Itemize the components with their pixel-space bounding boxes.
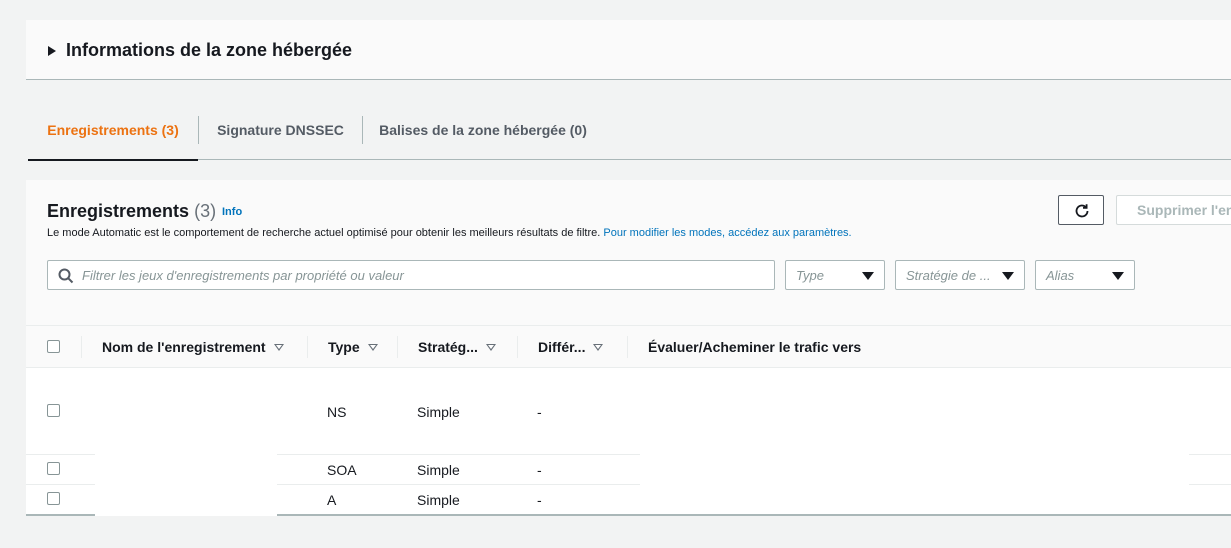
record-differentiator: -: [537, 404, 542, 420]
hosted-zone-info-panel[interactable]: Informations de la zone hébergée: [26, 20, 1231, 80]
redaction-mask: [95, 452, 277, 516]
column-label: Nom de l'enregistrement: [102, 339, 266, 355]
hosted-zone-info-title[interactable]: Informations de la zone hébergée: [66, 40, 352, 61]
column-divider: [397, 336, 398, 358]
records-title-text: Enregistrements: [47, 201, 190, 221]
caret-down-icon: [1002, 272, 1014, 280]
record-strategy: Simple: [417, 404, 460, 420]
column-divider: [627, 336, 628, 358]
column-header-strategy[interactable]: Stratég...: [418, 339, 496, 355]
search-mode-description: Le mode Automatic est le comportement de…: [47, 227, 852, 239]
info-link[interactable]: Info: [222, 206, 242, 218]
tab-dnssec[interactable]: Signature DNSSEC: [199, 100, 362, 159]
record-differentiator: -: [537, 462, 542, 478]
record-type: A: [327, 492, 337, 508]
column-header-type[interactable]: Type: [328, 339, 378, 355]
strategy-filter-label: Stratégie de ...: [906, 268, 991, 283]
tab-records[interactable]: Enregistrements (3): [28, 100, 198, 161]
strategy-filter-select[interactable]: Stratégie de ...: [895, 260, 1025, 290]
table-row[interactable]: NS Simple -: [26, 368, 1231, 454]
delete-record-button[interactable]: Supprimer l'enregistrement: [1116, 195, 1231, 225]
record-strategy: Simple: [417, 492, 460, 508]
caret-right-icon[interactable]: [48, 46, 56, 56]
column-header-route-traffic[interactable]: Évaluer/Acheminer le trafic vers: [648, 339, 861, 355]
row-checkbox[interactable]: [47, 492, 60, 505]
type-filter-select[interactable]: Type: [785, 260, 885, 290]
records-container: Enregistrements (3) Info Le mode Automat…: [26, 180, 1231, 516]
column-label: Différ...: [538, 339, 586, 355]
column-label: Stratég...: [418, 339, 478, 355]
column-header-name[interactable]: Nom de l'enregistrement: [102, 339, 284, 355]
sort-icon[interactable]: [367, 344, 378, 351]
records-count: (3): [194, 201, 217, 221]
alias-filter-label: Alias: [1046, 268, 1075, 283]
records-header: Enregistrements (3) Info Le mode Automat…: [26, 180, 1231, 326]
type-filter-label: Type: [796, 268, 824, 283]
alias-filter-select[interactable]: Alias: [1035, 260, 1135, 290]
row-checkbox[interactable]: [47, 462, 60, 475]
select-all-checkbox[interactable]: [47, 340, 60, 353]
search-input[interactable]: Filtrer les jeux d'enregistrements par p…: [47, 260, 775, 290]
column-label: Type: [328, 339, 360, 355]
row-checkbox[interactable]: [47, 404, 60, 417]
refresh-icon: [1075, 204, 1089, 218]
caret-down-icon: [862, 272, 874, 280]
column-divider: [517, 336, 518, 358]
column-divider: [307, 336, 308, 358]
record-strategy: Simple: [417, 462, 460, 478]
sort-icon[interactable]: [273, 344, 284, 351]
caret-down-icon: [1112, 272, 1124, 280]
column-divider: [81, 336, 82, 358]
column-header-differentiator[interactable]: Différ...: [538, 339, 604, 355]
description-text: Le mode Automatic est le comportement de…: [47, 227, 601, 239]
record-type: SOA: [327, 462, 357, 478]
record-differentiator: -: [537, 492, 542, 508]
redaction-mask: [640, 452, 1189, 486]
settings-link[interactable]: Pour modifier les modes, accédez aux par…: [603, 227, 851, 239]
record-type: NS: [327, 404, 347, 420]
sort-icon[interactable]: [593, 344, 604, 351]
sort-icon[interactable]: [485, 344, 496, 351]
table-header: Nom de l'enregistrement Type Stratég... …: [26, 326, 1231, 368]
records-title: Enregistrements (3): [47, 201, 216, 222]
tab-bar: Enregistrements (3) Signature DNSSEC Bal…: [28, 100, 1231, 161]
refresh-button[interactable]: [1058, 195, 1104, 225]
tab-hosted-zone-tags[interactable]: Balises de la zone hébergée (0): [363, 100, 603, 159]
search-icon: [58, 268, 74, 284]
search-placeholder: Filtrer les jeux d'enregistrements par p…: [82, 268, 404, 283]
